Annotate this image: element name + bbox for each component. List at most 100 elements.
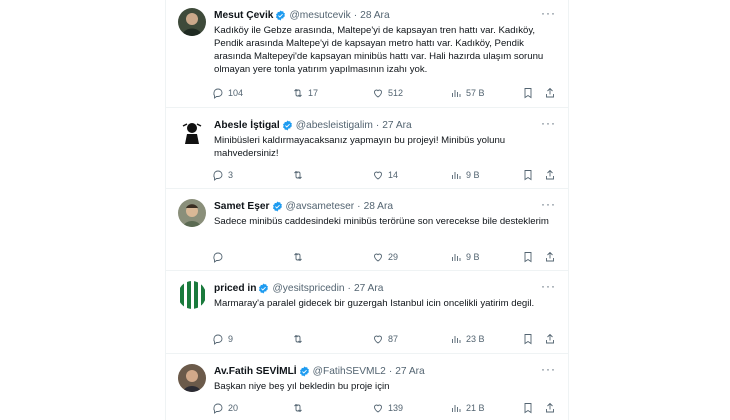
share-button[interactable] <box>544 168 560 182</box>
avatar[interactable] <box>178 118 206 146</box>
reply-button[interactable]: 104 <box>212 86 243 100</box>
tweet-date[interactable]: 27 Ara <box>354 283 383 294</box>
share-icon <box>546 251 554 262</box>
tweet-priced-in[interactable]: priced in @yesitspricedin · 27 Ara ··· M… <box>166 271 568 354</box>
like-button[interactable]: 29 <box>372 250 398 264</box>
author-name[interactable]: Mesut Çevik <box>214 10 273 21</box>
more-icon[interactable]: ··· <box>541 116 556 130</box>
bookmark-icon <box>524 252 532 263</box>
author-name[interactable]: priced in <box>214 283 256 294</box>
bookmark-button[interactable] <box>522 168 538 182</box>
bookmark-icon <box>524 170 532 181</box>
author-handle[interactable]: @yesitspricedin <box>272 283 344 294</box>
like-button[interactable]: 87 <box>372 332 398 346</box>
tweet-text: Kadıköy ile Gebze arasında, Maltepe'yi d… <box>214 25 544 75</box>
tweet-abesle-istigal[interactable]: Abesle İştigal @abesleistigalim · 27 Ara… <box>166 108 568 189</box>
like-button[interactable]: 512 <box>372 86 403 100</box>
like-count: 29 <box>388 252 399 262</box>
reply-count: 20 <box>228 403 239 413</box>
more-icon[interactable]: ··· <box>541 279 556 293</box>
more-icon[interactable]: ··· <box>541 6 556 20</box>
views-count: 9 B <box>466 170 480 180</box>
reply-button[interactable]: 3 <box>212 168 233 182</box>
author-handle[interactable]: @avsameteser <box>286 201 355 212</box>
separator-dot: · <box>347 282 351 294</box>
tweet-fatih-sevimli[interactable]: Av.Fatih SEVİMLİ @FatihSEVML2 · 27 Ara ·… <box>166 354 568 420</box>
share-icon <box>546 87 554 98</box>
share-icon <box>546 169 554 180</box>
author-handle[interactable]: @FatihSEVML2 <box>313 366 386 377</box>
verified-badge-icon <box>282 119 292 131</box>
separator-dot: · <box>353 9 358 21</box>
reply-count: 104 <box>228 88 244 98</box>
verified-badge-icon <box>276 9 286 21</box>
reply-icon <box>213 170 223 181</box>
avatar[interactable] <box>178 364 206 392</box>
bookmark-icon <box>524 334 532 345</box>
views-count: 9 B <box>466 252 480 262</box>
bookmark-icon <box>524 88 532 99</box>
retweet-button[interactable] <box>292 401 308 415</box>
tweet-samet-eser[interactable]: Samet Eşer @avsameteser · 28 Ara ··· Sad… <box>166 189 568 271</box>
views-button[interactable]: 23 B <box>450 332 485 346</box>
retweet-button[interactable] <box>292 250 308 264</box>
bookmark-button[interactable] <box>522 250 538 264</box>
author-handle[interactable]: @abesleistigalim <box>296 120 373 131</box>
tweet-date[interactable]: 28 Ara <box>360 10 389 21</box>
retweet-button[interactable] <box>292 332 308 346</box>
tweet-mesut-cevik[interactable]: Mesut Çevik @mesutcevik · 28 Ara ··· Kad… <box>166 0 568 108</box>
share-button[interactable] <box>544 401 560 415</box>
retweet-icon <box>294 88 302 98</box>
avatar[interactable] <box>178 281 206 309</box>
tweet-actions: 29 9 B <box>212 250 558 264</box>
like-icon <box>374 253 382 262</box>
reply-icon <box>213 88 223 99</box>
like-icon <box>374 404 382 413</box>
share-icon <box>546 402 554 413</box>
avatar[interactable] <box>178 199 206 227</box>
like-button[interactable]: 139 <box>372 401 403 415</box>
bookmark-button[interactable] <box>522 401 538 415</box>
like-icon <box>374 335 382 344</box>
verified-badge-icon <box>272 200 282 212</box>
author-name[interactable]: Samet Eşer <box>214 201 270 212</box>
separator-dot: · <box>357 200 361 212</box>
like-button[interactable]: 14 <box>372 168 398 182</box>
tweet-actions: 3 14 9 B <box>212 168 558 182</box>
share-button[interactable] <box>544 250 560 264</box>
like-icon <box>374 89 382 98</box>
views-button[interactable]: 21 B <box>450 401 485 415</box>
tweet-actions: 20 139 21 B <box>212 401 558 415</box>
tweet-date[interactable]: 28 Ara <box>364 201 393 212</box>
reply-count: 9 <box>228 334 234 344</box>
views-button[interactable]: 9 B <box>450 250 480 264</box>
tweet-date[interactable]: 27 Ara <box>382 120 411 131</box>
reply-button[interactable] <box>212 250 228 264</box>
retweet-icon <box>294 170 302 180</box>
tweet-feed: Mesut Çevik @mesutcevik · 28 Ara ··· Kad… <box>165 0 569 420</box>
author-handle[interactable]: @mesutcevik <box>289 10 350 21</box>
retweet-icon <box>294 252 302 262</box>
like-count: 14 <box>388 170 399 180</box>
author-name[interactable]: Av.Fatih SEVİMLİ <box>214 366 297 377</box>
views-icon <box>452 90 461 97</box>
retweet-button[interactable]: 17 <box>292 86 318 100</box>
share-button[interactable] <box>544 86 560 100</box>
author-name[interactable]: Abesle İştigal <box>214 120 280 131</box>
views-count: 57 B <box>466 88 485 98</box>
reply-button[interactable]: 9 <box>212 332 233 346</box>
avatar[interactable] <box>178 8 206 36</box>
tweet-text: Başkan niye beş yıl bekledin bu proje iç… <box>214 381 390 392</box>
tweet-date[interactable]: 27 Ara <box>395 366 424 377</box>
retweet-button[interactable] <box>292 168 308 182</box>
reply-button[interactable]: 20 <box>212 401 238 415</box>
more-icon[interactable]: ··· <box>541 197 556 211</box>
views-button[interactable]: 57 B <box>450 86 485 100</box>
bookmark-button[interactable] <box>522 86 538 100</box>
bookmark-button[interactable] <box>522 332 538 346</box>
more-icon[interactable]: ··· <box>541 362 556 376</box>
tweet-text: Minibüsleri kaldırmayacaksanız yapmayın … <box>214 135 506 159</box>
share-button[interactable] <box>544 332 560 346</box>
verified-badge-icon <box>259 282 269 294</box>
views-button[interactable]: 9 B <box>450 168 480 182</box>
